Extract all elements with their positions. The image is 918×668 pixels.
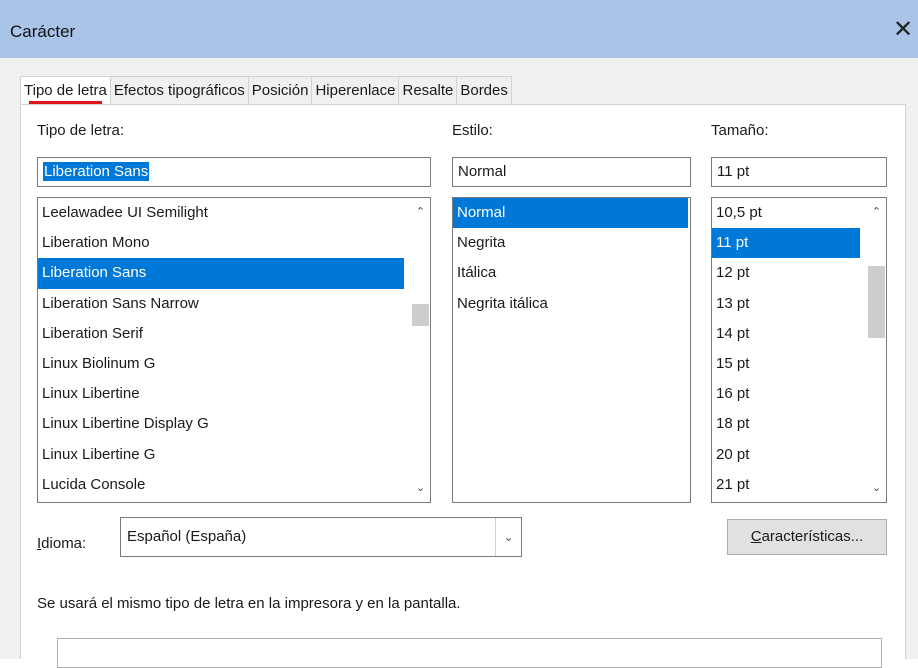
font-family-label: Tipo de letra: bbox=[37, 122, 124, 139]
list-item[interactable]: Linux Biolinum G bbox=[38, 349, 430, 379]
size-list-scrollbar[interactable]: ⌃ ⌄ bbox=[867, 198, 886, 502]
list-item[interactable]: Linux Libertine Display G bbox=[38, 409, 430, 439]
list-item[interactable]: Linux Libertine bbox=[38, 379, 430, 409]
font-preview-box bbox=[57, 638, 882, 668]
features-button[interactable]: Características... bbox=[727, 519, 887, 555]
tab-font[interactable]: Tipo de letra bbox=[20, 76, 111, 105]
tab-borders[interactable]: Bordes bbox=[457, 76, 512, 105]
window-title: Carácter bbox=[10, 22, 76, 41]
font-family-input-value: Liberation Sans bbox=[43, 162, 150, 181]
list-item-selected[interactable]: Normal bbox=[453, 198, 688, 229]
font-tab-panel: Tipo de letra: Liberation Sans Leelawade… bbox=[20, 104, 906, 668]
size-list[interactable]: 10,5 pt 11 pt 12 pt 13 pt 14 pt 15 pt 16… bbox=[711, 197, 887, 503]
language-label-text: dioma: bbox=[41, 535, 87, 552]
list-item[interactable]: Lucida Console bbox=[38, 470, 430, 500]
style-input[interactable]: Normal bbox=[452, 157, 691, 187]
list-item[interactable]: Liberation Mono bbox=[38, 228, 430, 258]
list-item[interactable]: Liberation Sans Narrow bbox=[38, 289, 430, 319]
dialog-body: Tipo de letra Efectos tipográficos Posic… bbox=[0, 58, 918, 668]
list-item-selected[interactable]: Liberation Sans bbox=[38, 258, 404, 289]
tab-bar: Tipo de letra Efectos tipográficos Posic… bbox=[20, 76, 512, 105]
list-item[interactable]: 18 pt bbox=[712, 409, 886, 439]
features-button-mnemonic: C bbox=[750, 528, 762, 545]
style-label: Estilo: bbox=[452, 122, 493, 139]
list-item[interactable]: 12 pt bbox=[712, 258, 886, 288]
style-list[interactable]: Normal Negrita Itálica Negrita itálica bbox=[452, 197, 691, 503]
features-button-label: aracterísticas... bbox=[761, 528, 864, 545]
scroll-down-icon[interactable]: ⌄ bbox=[867, 478, 886, 498]
list-item[interactable]: 21 pt bbox=[712, 470, 886, 500]
scroll-thumb[interactable] bbox=[868, 266, 885, 338]
list-item[interactable]: Liberation Serif bbox=[38, 319, 430, 349]
size-input[interactable]: 11 pt bbox=[711, 157, 887, 187]
list-item[interactable]: 20 pt bbox=[712, 440, 886, 470]
scroll-up-icon[interactable]: ⌃ bbox=[411, 202, 430, 222]
list-item-selected[interactable]: 11 pt bbox=[712, 228, 860, 259]
scroll-thumb[interactable] bbox=[412, 304, 429, 326]
close-icon[interactable]: ✕ bbox=[888, 10, 918, 50]
language-select-value: Español (España) bbox=[127, 528, 247, 545]
scroll-up-icon[interactable]: ⌃ bbox=[867, 202, 886, 222]
tab-highlighting[interactable]: Resalte bbox=[399, 76, 458, 105]
tab-font-effects[interactable]: Efectos tipográficos bbox=[110, 76, 249, 105]
tab-hyperlink[interactable]: Hiperenlace bbox=[312, 76, 400, 105]
size-label: Tamaño: bbox=[711, 122, 769, 139]
list-item[interactable]: 15 pt bbox=[712, 349, 886, 379]
font-family-input[interactable]: Liberation Sans bbox=[37, 157, 431, 187]
chevron-down-icon[interactable]: ⌄ bbox=[495, 518, 521, 556]
title-bar: Carácter ✕ bbox=[0, 0, 918, 58]
font-list-scrollbar[interactable]: ⌃ ⌄ bbox=[411, 198, 430, 502]
tab-position[interactable]: Posición bbox=[248, 76, 313, 105]
list-item[interactable]: 10,5 pt bbox=[712, 198, 886, 228]
preview-note: Se usará el mismo tipo de letra en la im… bbox=[37, 595, 461, 612]
list-item[interactable]: Negrita itálica bbox=[453, 289, 690, 319]
scroll-down-icon[interactable]: ⌄ bbox=[411, 478, 430, 498]
list-item[interactable]: Negrita bbox=[453, 228, 690, 258]
list-item[interactable]: Itálica bbox=[453, 258, 690, 288]
font-family-list[interactable]: Leelawadee UI Semilight Liberation Mono … bbox=[37, 197, 431, 503]
language-label: Idioma: bbox=[37, 535, 86, 552]
list-item[interactable]: 13 pt bbox=[712, 289, 886, 319]
list-item[interactable]: 14 pt bbox=[712, 319, 886, 349]
list-item[interactable]: 16 pt bbox=[712, 379, 886, 409]
list-item[interactable]: Leelawadee UI Semilight bbox=[38, 198, 430, 228]
language-select[interactable]: Español (España) ⌄ bbox=[120, 517, 522, 557]
list-item[interactable]: Linux Libertine G bbox=[38, 440, 430, 470]
